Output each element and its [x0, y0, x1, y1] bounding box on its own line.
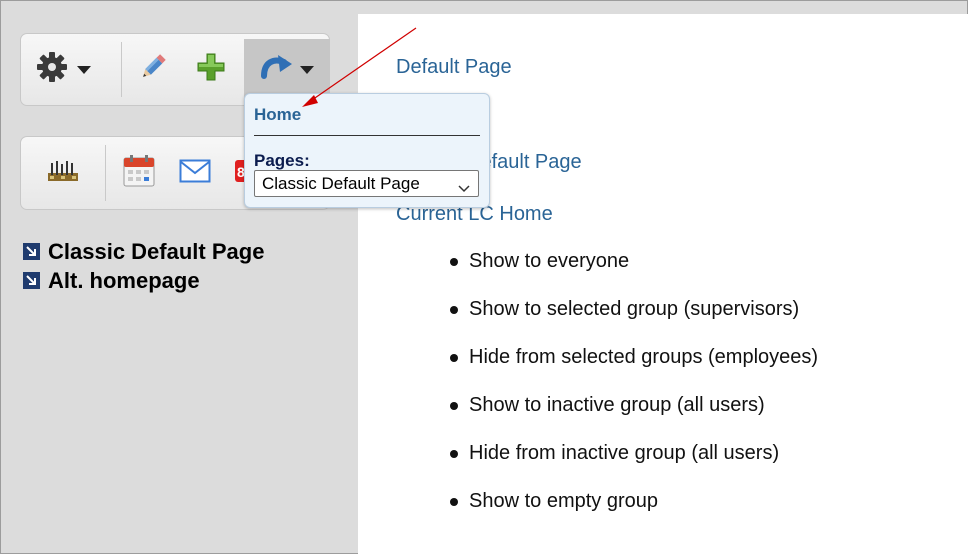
annotation-arrow	[302, 27, 417, 107]
